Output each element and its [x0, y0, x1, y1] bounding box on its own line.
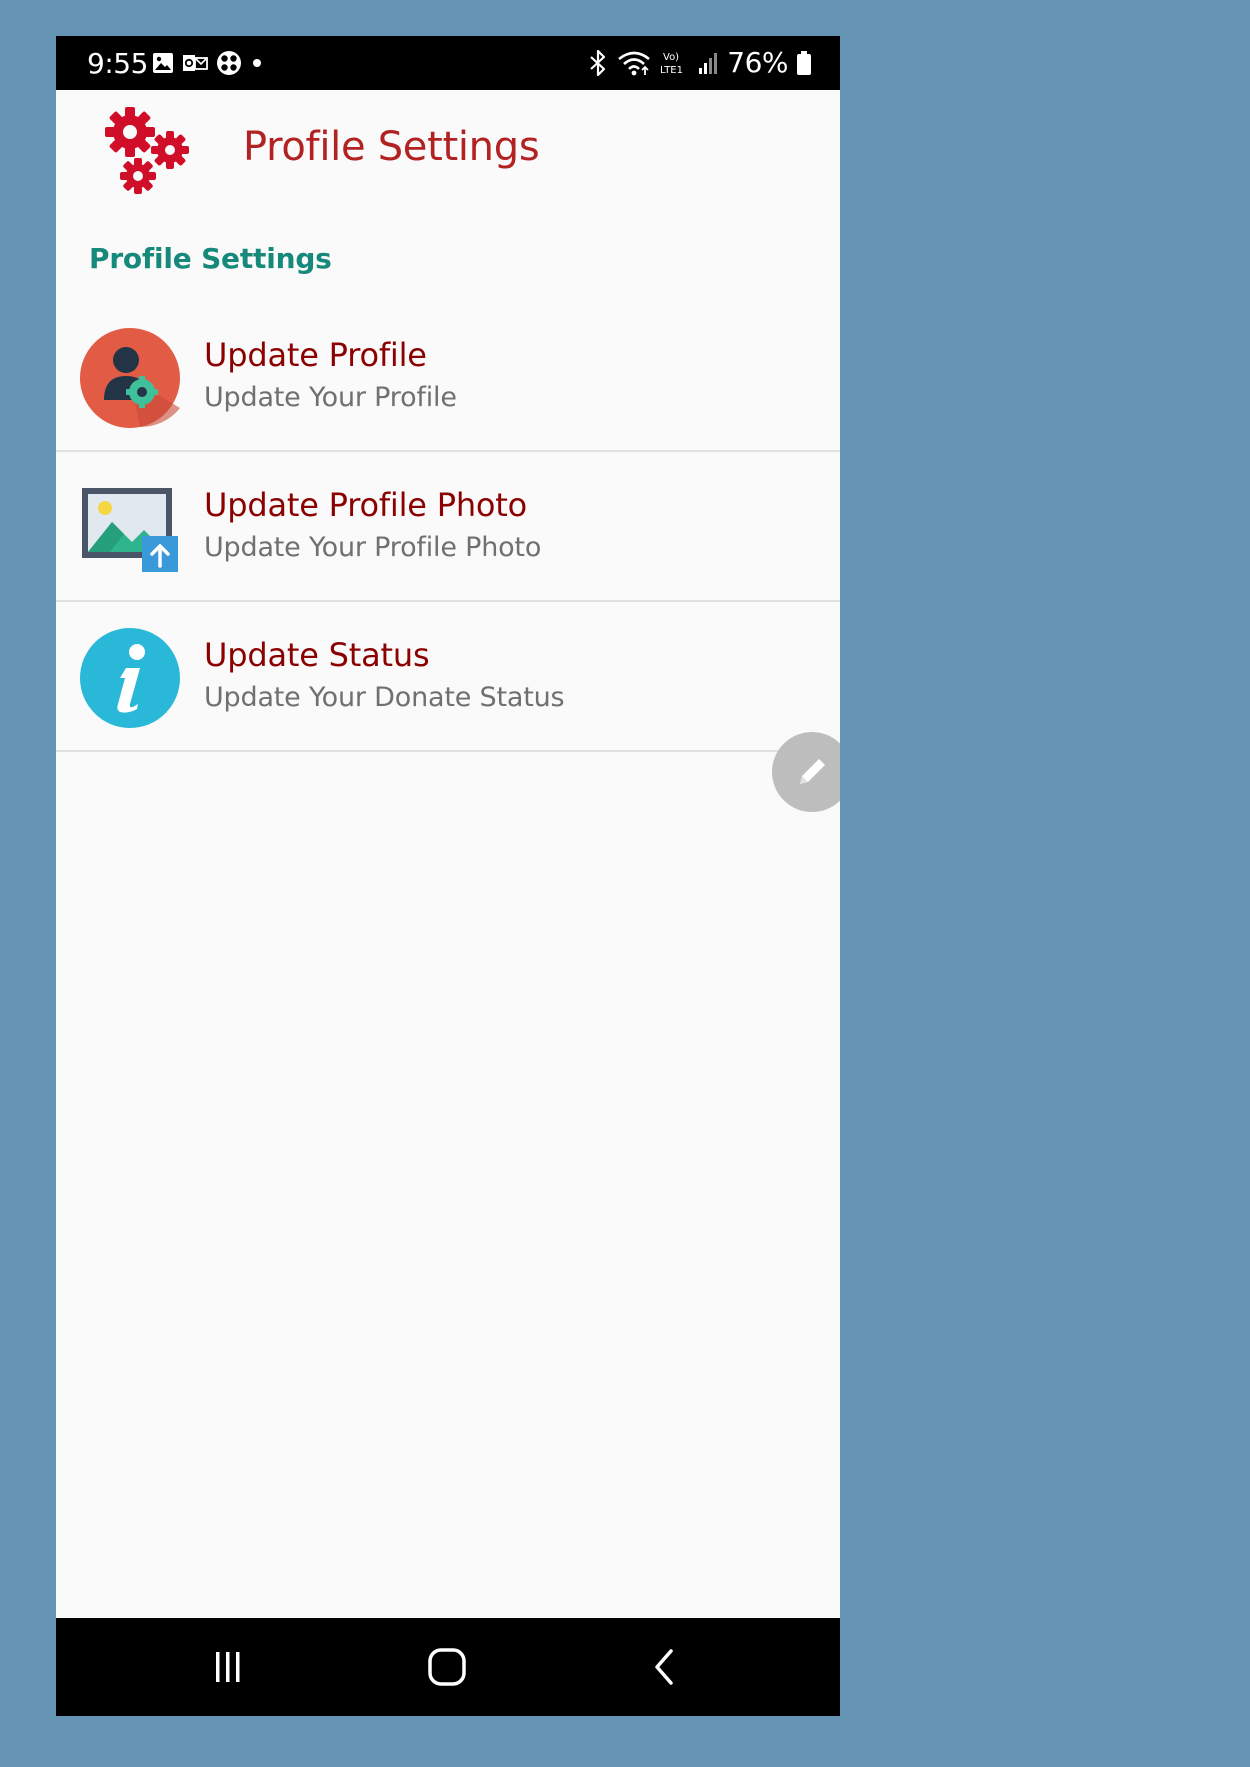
signal-icon [699, 52, 718, 74]
item-title: Update Status [204, 636, 430, 674]
battery-percent: 76% [727, 46, 788, 79]
home-icon [428, 1648, 466, 1686]
status-bar: 9:55 Vo) LTE1 76% [56, 36, 840, 90]
bluetooth-icon [590, 49, 606, 76]
back-button[interactable] [605, 1618, 725, 1716]
notification-icons [152, 50, 264, 76]
item-title: Update Profile [204, 336, 427, 374]
section-header: Profile Settings [89, 242, 332, 275]
svg-text:Vo): Vo) [663, 52, 679, 63]
phone-screen: 9:55 Vo) LTE1 76% Profile Settings Profi… [56, 36, 840, 1716]
info-icon [80, 628, 180, 728]
page-title: Profile Settings [243, 124, 540, 170]
update-profile-item[interactable]: Update Profile Update Your Profile [56, 302, 840, 452]
outlook-icon [183, 55, 208, 71]
image-upload-icon [82, 488, 178, 572]
dot-icon [253, 59, 261, 67]
item-subtitle: Update Your Profile Photo [204, 532, 542, 563]
recent-apps-icon [216, 1652, 240, 1682]
gears-icon [105, 107, 189, 194]
gallery-icon [153, 53, 173, 73]
volte-icon: Vo) LTE1 [660, 52, 683, 76]
game-icon [217, 51, 241, 75]
update-status-item[interactable]: Update Status Update Your Donate Status [56, 602, 840, 752]
status-time: 9:55 [87, 47, 148, 80]
recent-apps-button[interactable] [168, 1618, 288, 1716]
item-subtitle: Update Your Donate Status [204, 682, 565, 713]
navigation-bar [56, 1618, 840, 1716]
svg-text:LTE1: LTE1 [660, 65, 683, 76]
system-status-icons: Vo) LTE1 76% [587, 46, 812, 79]
app-header: Profile Settings [56, 90, 840, 210]
update-profile-photo-item[interactable]: Update Profile Photo Update Your Profile… [56, 452, 840, 602]
battery-icon [797, 50, 811, 75]
home-button[interactable] [387, 1618, 507, 1716]
item-title: Update Profile Photo [204, 486, 528, 524]
pencil-icon [800, 759, 825, 784]
item-subtitle: Update Your Profile [204, 382, 457, 413]
edit-fab-button[interactable] [772, 732, 840, 812]
wifi-icon [618, 51, 651, 75]
back-icon [655, 1649, 673, 1685]
user-settings-icon [80, 328, 180, 428]
